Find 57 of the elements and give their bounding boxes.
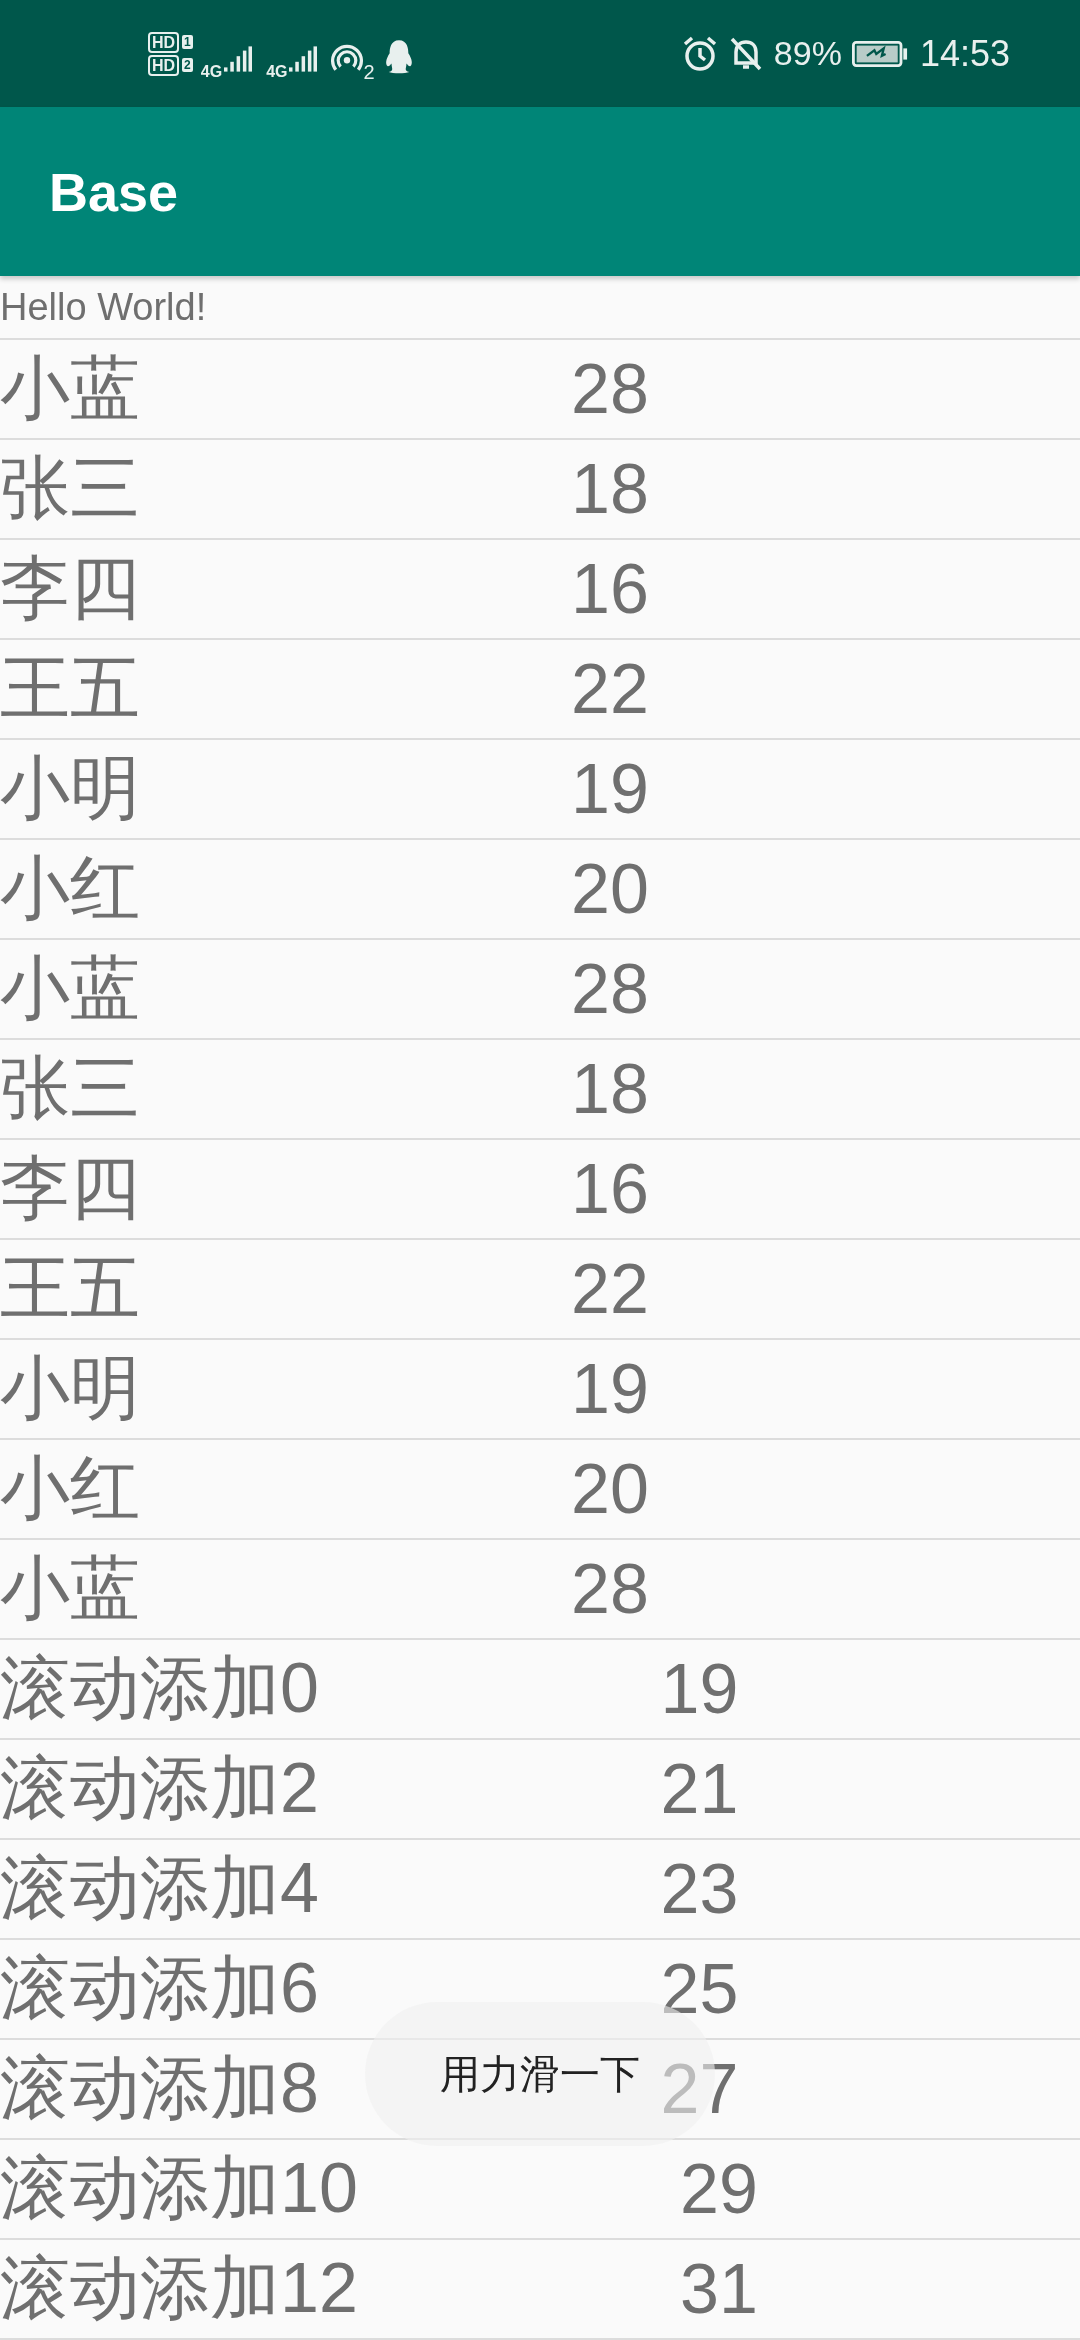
app-title: Base [49, 160, 179, 223]
name-text: 王五 [0, 648, 140, 729]
hello-text: Hello World! [0, 276, 1080, 340]
age-text: 29 [680, 2149, 758, 2229]
age-text: 20 [571, 1449, 649, 1529]
hd-badge: HD [148, 54, 180, 76]
signal-icon [224, 45, 253, 72]
age-text: 19 [660, 1649, 739, 1729]
toast-message: 用力滑一下 [440, 2050, 640, 2098]
sim-slot: 2 [182, 58, 193, 72]
name-text: 王五 [0, 1248, 140, 1329]
name-text: 李四 [0, 548, 140, 629]
battery-percent: 89% [773, 34, 842, 73]
age-text: 22 [571, 1249, 649, 1329]
name-text: 滚动添加12 [0, 2248, 358, 2329]
name-text: 小明 [0, 748, 140, 829]
network-type: 4G [200, 63, 223, 81]
name-text: 滚动添加10 [0, 2148, 358, 2229]
name-text: 小红 [0, 1448, 140, 1529]
name-text: 小明 [0, 1348, 140, 1429]
name-text: 滚动添加6 [0, 1948, 319, 2029]
age-text: 16 [571, 1149, 649, 1229]
name-text: 滚动添加2 [0, 1748, 319, 1829]
hotspot-count: 2 [363, 61, 375, 84]
alarm-icon [681, 35, 718, 72]
name-text: 张三 [0, 448, 140, 529]
age-text: 19 [571, 1349, 649, 1429]
network-type: 4G [266, 63, 288, 81]
signal-icon [289, 45, 318, 72]
age-text: 23 [660, 1849, 739, 1929]
age-text: 20 [571, 849, 649, 929]
age-text: 27 [660, 2049, 739, 2129]
age-text: 28 [571, 949, 649, 1029]
name-text: 小红 [0, 848, 140, 929]
battery-icon [851, 39, 908, 68]
hd-badge: HD [148, 31, 180, 53]
name-text: 滚动添加8 [0, 2048, 319, 2129]
age-text: 18 [571, 449, 649, 529]
penguin-icon [384, 39, 413, 74]
age-text: 28 [571, 1549, 649, 1629]
name-text: 小蓝 [0, 948, 140, 1029]
age-text: 19 [571, 749, 649, 829]
age-text: 16 [571, 549, 649, 629]
age-text: 25 [660, 1949, 739, 2029]
name-text: 滚动添加0 [0, 1648, 319, 1729]
name-text: 小蓝 [0, 348, 140, 429]
name-text: 滚动添加4 [0, 1848, 319, 1929]
age-text: 31 [680, 2249, 758, 2329]
age-text: 22 [571, 649, 649, 729]
name-text: 张三 [0, 1048, 140, 1129]
sim-slot: 1 [182, 35, 193, 49]
age-text: 18 [571, 1049, 649, 1129]
name-text: 李四 [0, 1148, 140, 1229]
name-text: 小蓝 [0, 1548, 140, 1629]
age-text: 21 [660, 1749, 739, 1829]
age-text: 28 [571, 349, 649, 429]
clock-time: 14:53 [919, 32, 1010, 75]
